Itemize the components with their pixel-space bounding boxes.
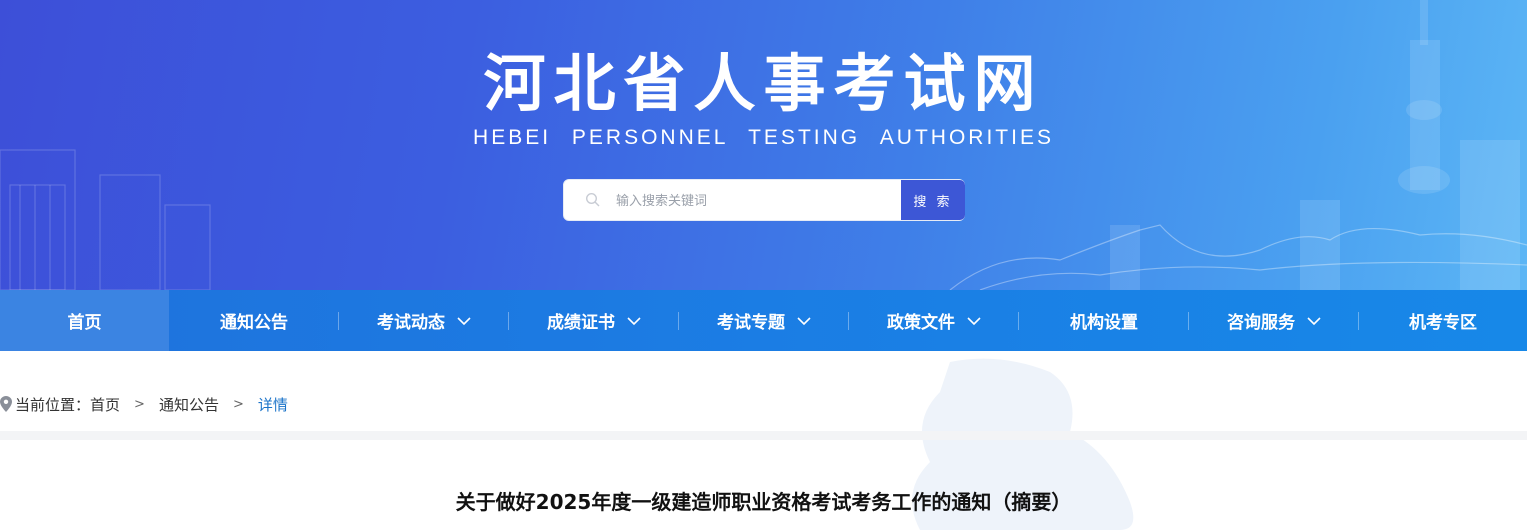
breadcrumb-separator: > [134,396,145,412]
main-nav: 首页 通知公告 考试动态 成绩证书 考试专题 政策文件 机构设置 咨询服务 机考… [0,290,1527,351]
breadcrumb-prefix: 当前位置： [15,395,91,414]
breadcrumb-notices-link[interactable]: 通知公告 [159,394,219,415]
nav-item-label: 考试专题 [717,313,785,333]
nav-item-home[interactable]: 首页 [0,290,169,351]
nav-item-consulting[interactable]: 咨询服务 [1189,290,1359,351]
section-divider [0,431,1527,440]
nav-item-scores-certificates[interactable]: 成绩证书 [509,290,679,351]
chevron-down-icon [1307,316,1321,325]
nav-item-label: 咨询服务 [1227,313,1295,333]
nav-item-label: 考试动态 [377,313,445,333]
nav-item-exam-news[interactable]: 考试动态 [339,290,509,351]
nav-item-label: 通知公告 [220,313,288,333]
breadcrumb: 当前位置： 首页 > 通知公告 > 详情 [0,392,288,416]
nav-item-label: 成绩证书 [547,313,615,333]
site-title: 河北省人事考试网 [483,47,1044,120]
search-button[interactable]: 搜 索 [901,180,965,220]
nav-item-organization[interactable]: 机构设置 [1019,290,1189,351]
search-input[interactable] [616,189,896,213]
nav-item-policy-documents[interactable]: 政策文件 [849,290,1019,351]
breadcrumb-separator: > [232,396,244,412]
header-banner: 河北省人事考试网 HEBEI PERSONNEL TESTING AUTHORI… [0,0,1527,290]
nav-item-label: 机构设置 [1070,313,1138,333]
search-icon [585,192,600,207]
chevron-down-icon [627,316,641,325]
chevron-down-icon [457,316,471,325]
nav-item-label: 机考专区 [1409,313,1477,333]
nav-item-notices[interactable]: 通知公告 [169,290,339,351]
nav-item-label: 首页 [67,313,102,333]
article-title: 关于做好2025年度一级建造师职业资格考试考务工作的通知（摘要） [455,490,1072,514]
chevron-down-icon [797,316,811,325]
location-pin-icon [0,396,12,412]
chevron-down-icon [967,316,981,325]
nav-item-label: 政策文件 [887,313,955,333]
site-subtitle: HEBEI PERSONNEL TESTING AUTHORITIES [473,126,1054,149]
breadcrumb-home-link[interactable]: 首页 [90,394,120,415]
breadcrumb-current: 详情 [257,395,288,414]
nav-item-computer-exam[interactable]: 机考专区 [1359,290,1527,351]
nav-item-exam-topics[interactable]: 考试专题 [679,290,849,351]
search-box: 搜 索 [563,179,965,221]
